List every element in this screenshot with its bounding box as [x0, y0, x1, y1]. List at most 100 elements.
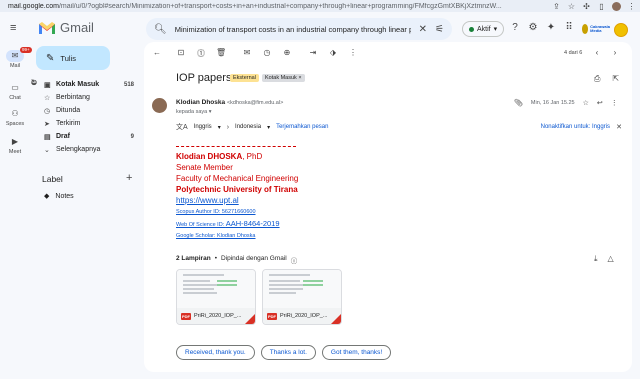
sidebar-item-sent[interactable]: ➤ Terkirim	[30, 117, 140, 130]
inbox-count: 518	[123, 81, 134, 88]
chevron-down-icon: ▾	[217, 124, 221, 131]
org-seal-icon	[582, 24, 589, 34]
attachment-card[interactable]: PDF PriRi_2020_IOP_...	[262, 269, 342, 325]
rail-chat-label: Chat	[9, 95, 21, 101]
search-icon[interactable]: 🔍︎	[154, 24, 167, 35]
report-spam-icon[interactable]: ⓵	[196, 48, 206, 59]
signature-university: Polytechnic University of Tirana	[176, 185, 298, 194]
print-icon[interactable]: ⎙	[594, 74, 600, 84]
organization-logo[interactable]: Cakrawala Media	[582, 19, 610, 39]
add-label-icon[interactable]: +	[126, 172, 132, 184]
more-options-icon[interactable]: ⋮	[611, 99, 618, 107]
attachments-header: 2 Lampiran • Dipindai dengan Gmail ⓘ	[176, 255, 297, 265]
older-icon[interactable]: ›	[610, 48, 620, 57]
gmail-logo[interactable]: Gmail	[38, 20, 94, 35]
smart-reply-button[interactable]: Thanks a lot.	[260, 345, 316, 360]
rail-spaces[interactable]: ⚇ Spaces	[0, 108, 30, 127]
attachment-card[interactable]: PDF PriRi_2020_IOP_...	[176, 269, 256, 325]
help-icon[interactable]: ?	[510, 22, 520, 33]
signature-degree: , PhD	[242, 152, 263, 161]
bookmark-star-icon[interactable]: ☆	[567, 2, 576, 11]
recipient-line[interactable]: kepada saya ▾	[176, 109, 212, 115]
settings-icon[interactable]: ⚙	[528, 22, 538, 33]
send-icon: ➤	[44, 120, 50, 128]
meet-icon: ▶	[11, 137, 19, 146]
mark-unread-icon[interactable]: ✉	[242, 48, 252, 57]
label-as-icon[interactable]: ⬗	[328, 48, 338, 57]
attachment-name: PriRi_2020_IOP_...	[194, 313, 242, 319]
scopus-link[interactable]: Scopus Author ID: 56271660600	[176, 207, 298, 218]
gmail-m-icon	[39, 21, 55, 34]
status-selector[interactable]: Aktif ▾	[462, 21, 505, 37]
extensions-icon[interactable]: ✣	[582, 2, 591, 11]
sidebar-item-label: Berbintang	[56, 94, 90, 101]
move-to-icon[interactable]: ⇥	[308, 48, 318, 57]
inbox-tag[interactable]: Kotak Masuk ×	[262, 74, 305, 82]
add-task-icon[interactable]: ⊕	[282, 48, 292, 57]
back-to-list-icon[interactable]: ←	[152, 48, 162, 57]
archive-icon[interactable]: ⊡	[176, 48, 186, 57]
sidepanel-icon[interactable]: ▯	[597, 2, 606, 11]
rail-chat[interactable]: ▭ Chat	[0, 82, 30, 101]
scan-info: Dipindai dengan Gmail	[220, 255, 287, 262]
signature-role: Senate Member	[176, 163, 233, 172]
snooze-icon[interactable]: ◷	[262, 48, 272, 57]
compose-button[interactable]: ✎ Tulis	[36, 46, 110, 70]
share-icon[interactable]: ⇪	[552, 2, 561, 11]
rail-mail[interactable]: ✉ 99+ Mail	[0, 47, 32, 69]
arrow-right-icon: ›	[226, 123, 230, 131]
url-path: /mail/u/0/?ogbl#search/Minimization+of+t…	[58, 2, 502, 10]
sender-avatar[interactable]	[152, 98, 167, 113]
sidebar-item-more[interactable]: ⌄ Selengkapnya	[30, 143, 140, 156]
add-to-drive-icon[interactable]: △	[608, 254, 614, 264]
smart-reply-button[interactable]: Received, thank you.	[176, 345, 255, 360]
account-avatar[interactable]	[614, 23, 628, 37]
search-input[interactable]: Minimization of transport costs in an in…	[175, 25, 411, 34]
search-bar[interactable]: 🔍︎ Minimization of transport costs in an…	[146, 18, 452, 40]
close-icon[interactable]: ✕	[616, 123, 622, 131]
source-language[interactable]: Inggris	[194, 124, 212, 130]
sidebar-item-drafts[interactable]: ▤ Draf 9	[30, 130, 140, 143]
translate-message-link[interactable]: Terjemahkan pesan	[276, 124, 328, 130]
browser-bar: ← → ↻ ⊜ mail.google.com/mail/u/0/?ogbl#s…	[0, 0, 640, 87]
chevron-down-icon: ▾	[493, 26, 498, 33]
info-icon[interactable]: ⓘ	[291, 255, 298, 265]
org-logo-text: Cakrawala Media	[590, 24, 610, 33]
star-icon[interactable]: ☆	[583, 99, 589, 107]
sidebar-item-inbox[interactable]: ▣ Kotak Masuk 518	[30, 78, 140, 91]
sidebar-item-starred[interactable]: ☆ Berbintang	[30, 91, 140, 104]
disable-translation-link[interactable]: Nonaktifkan untuk: Inggris	[541, 124, 610, 130]
message-date: Min, 16 Jan 15.25	[530, 100, 575, 106]
sender-email: <kdhoska@fim.edu.al>	[226, 100, 284, 106]
wos-link[interactable]: AAH-8464-2019	[226, 219, 280, 228]
search-options-icon[interactable]: ⚟	[435, 24, 444, 35]
smart-reply-button[interactable]: Got them, thanks!	[321, 345, 392, 360]
newer-icon[interactable]: ‹	[592, 48, 602, 57]
compose-label: Tulis	[60, 53, 76, 63]
download-all-icon[interactable]: ⤓	[594, 254, 598, 264]
open-new-window-icon[interactable]: ⇱	[612, 74, 619, 84]
pencil-icon: ✎	[46, 52, 55, 64]
address-bar[interactable]: mail.google.com/mail/u/0/?ogbl#search/Mi…	[4, 3, 546, 10]
scholar-link[interactable]: Google Scholar: Klodian Dhoska	[176, 231, 298, 242]
sender-line: Klodian Dhoska <kdhoska@fim.edu.al>	[176, 99, 283, 106]
gemini-icon[interactable]: ✦	[546, 22, 556, 33]
label-item-notes[interactable]: ◆ Notes	[44, 192, 74, 201]
side-panel-strip	[633, 46, 640, 379]
reply-icon[interactable]: ↩	[597, 99, 603, 107]
browser-menu-icon[interactable]: ⋮	[627, 2, 636, 11]
signature-website-link[interactable]: https://www.upt.al	[176, 195, 298, 207]
rail-mail-label: Mail	[9, 63, 21, 69]
sender-name[interactable]: Klodian Dhoska	[176, 99, 225, 106]
rail-meet[interactable]: ▶ Meet	[0, 136, 30, 155]
more-actions-icon[interactable]: ⋮	[348, 48, 358, 57]
message-subject: IOP papers	[176, 72, 232, 84]
delete-icon[interactable]: 🗑︎	[216, 48, 226, 57]
main-menu-icon[interactable]: ≡	[10, 23, 22, 34]
profile-avatar[interactable]	[612, 1, 621, 11]
sidebar-item-snoozed[interactable]: ◷ Ditunda	[30, 104, 140, 117]
sidebar-item-label: Draf	[56, 133, 71, 140]
target-language[interactable]: Indonesia	[235, 124, 261, 130]
clear-search-icon[interactable]: ✕	[419, 24, 427, 35]
apps-grid-icon[interactable]: ⠿	[564, 22, 574, 33]
